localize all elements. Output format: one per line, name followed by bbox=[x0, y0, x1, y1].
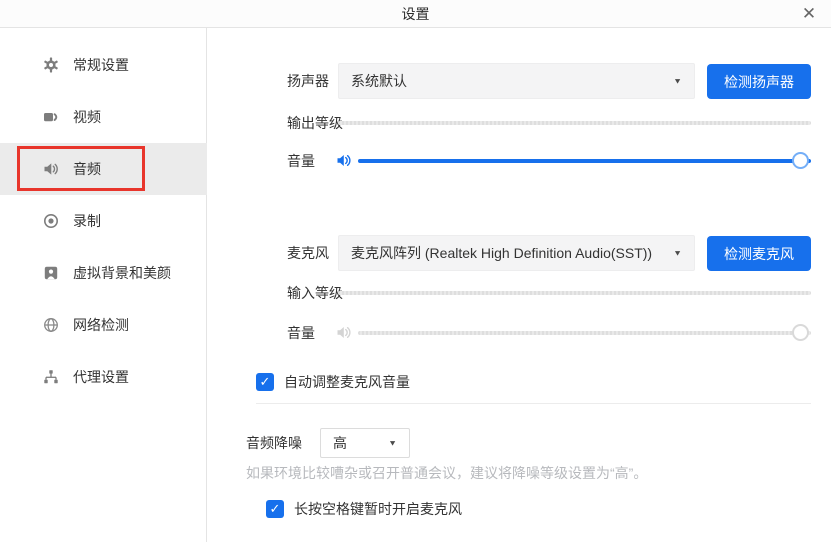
sidebar-item-label: 录制 bbox=[73, 211, 101, 231]
chevron-down-icon: ▼ bbox=[673, 77, 682, 86]
test-mic-button[interactable]: 检测麦克风 bbox=[707, 236, 811, 271]
sidebar-item-label: 视频 bbox=[73, 107, 101, 127]
close-icon[interactable]: ✕ bbox=[797, 2, 821, 26]
push-to-talk-checkbox[interactable]: ✓ bbox=[266, 500, 284, 518]
mic-device-select[interactable]: 麦克风阵列 (Realtek High Definition Audio(SST… bbox=[338, 235, 695, 271]
globe-icon bbox=[43, 317, 59, 333]
speaker-device-label: 扬声器 bbox=[287, 63, 329, 99]
auto-adjust-mic-checkbox[interactable]: ✓ bbox=[256, 373, 274, 391]
window-title: 设置 bbox=[0, 0, 831, 28]
sidebar-item-network-test[interactable]: 网络检测 bbox=[0, 299, 207, 351]
sidebar-item-video[interactable]: 视频 bbox=[0, 91, 207, 143]
speaker-volume-label: 音量 bbox=[287, 151, 315, 171]
auto-adjust-mic-label: 自动调整麦克风音量 bbox=[284, 372, 410, 392]
input-level-label: 输入等级 bbox=[287, 283, 343, 303]
settings-window: 设置 ✕ 常规设置 视频 bbox=[0, 0, 831, 542]
sidebar-item-audio[interactable]: 音频 bbox=[0, 143, 207, 195]
output-level-meter bbox=[338, 121, 811, 125]
output-level-label: 输出等级 bbox=[287, 113, 343, 133]
test-speaker-button[interactable]: 检测扬声器 bbox=[707, 64, 811, 99]
volume-muted-icon bbox=[336, 324, 353, 341]
gear-icon bbox=[43, 57, 59, 73]
volume-icon bbox=[336, 152, 353, 169]
sidebar-item-label: 代理设置 bbox=[73, 367, 129, 387]
speaker-volume-slider-handle[interactable] bbox=[792, 152, 809, 169]
sidebar-item-label: 常规设置 bbox=[73, 55, 129, 75]
sidebar-item-recording[interactable]: 录制 bbox=[0, 195, 207, 247]
check-icon: ✓ bbox=[260, 374, 271, 389]
video-camera-icon bbox=[43, 109, 59, 125]
speaker-icon bbox=[43, 161, 59, 177]
portrait-icon bbox=[43, 265, 59, 281]
titlebar: 设置 ✕ bbox=[0, 0, 831, 28]
sidebar-item-label: 虚拟背景和美颜 bbox=[73, 263, 171, 283]
section-divider bbox=[256, 403, 811, 404]
noise-reduction-select[interactable]: 高 ▼ bbox=[320, 428, 410, 458]
sidebar-item-label: 网络检测 bbox=[73, 315, 129, 335]
proxy-nodes-icon bbox=[43, 369, 59, 385]
chevron-down-icon: ▼ bbox=[673, 249, 682, 258]
sidebar-item-virtual-background[interactable]: 虚拟背景和美颜 bbox=[0, 247, 207, 299]
noise-reduction-value: 高 bbox=[333, 433, 388, 453]
noise-reduction-label: 音频降噪 bbox=[246, 428, 302, 458]
sidebar-item-general[interactable]: 常规设置 bbox=[0, 39, 207, 91]
sidebar-item-proxy[interactable]: 代理设置 bbox=[0, 351, 207, 403]
push-to-talk-label: 长按空格键暂时开启麦克风 bbox=[294, 499, 462, 519]
mic-volume-label: 音量 bbox=[287, 323, 315, 343]
speaker-device-select[interactable]: 系统默认 ▼ bbox=[338, 63, 695, 99]
mic-device-value: 麦克风阵列 (Realtek High Definition Audio(SST… bbox=[351, 243, 673, 263]
sidebar: 常规设置 视频 音频 录制 bbox=[0, 28, 207, 542]
record-icon bbox=[43, 213, 59, 229]
speaker-volume-slider[interactable] bbox=[358, 159, 811, 163]
speaker-device-value: 系统默认 bbox=[351, 71, 673, 91]
check-icon: ✓ bbox=[270, 501, 281, 516]
sidebar-item-label: 音频 bbox=[73, 159, 101, 179]
mic-volume-slider[interactable] bbox=[358, 331, 811, 335]
mic-volume-slider-handle[interactable] bbox=[792, 324, 809, 341]
noise-reduction-hint: 如果环境比较嘈杂或召开普通会议，建议将降噪等级设置为“高”。 bbox=[246, 463, 647, 483]
mic-device-label: 麦克风 bbox=[287, 235, 329, 271]
input-level-meter bbox=[338, 291, 811, 295]
chevron-down-icon: ▼ bbox=[388, 439, 397, 448]
